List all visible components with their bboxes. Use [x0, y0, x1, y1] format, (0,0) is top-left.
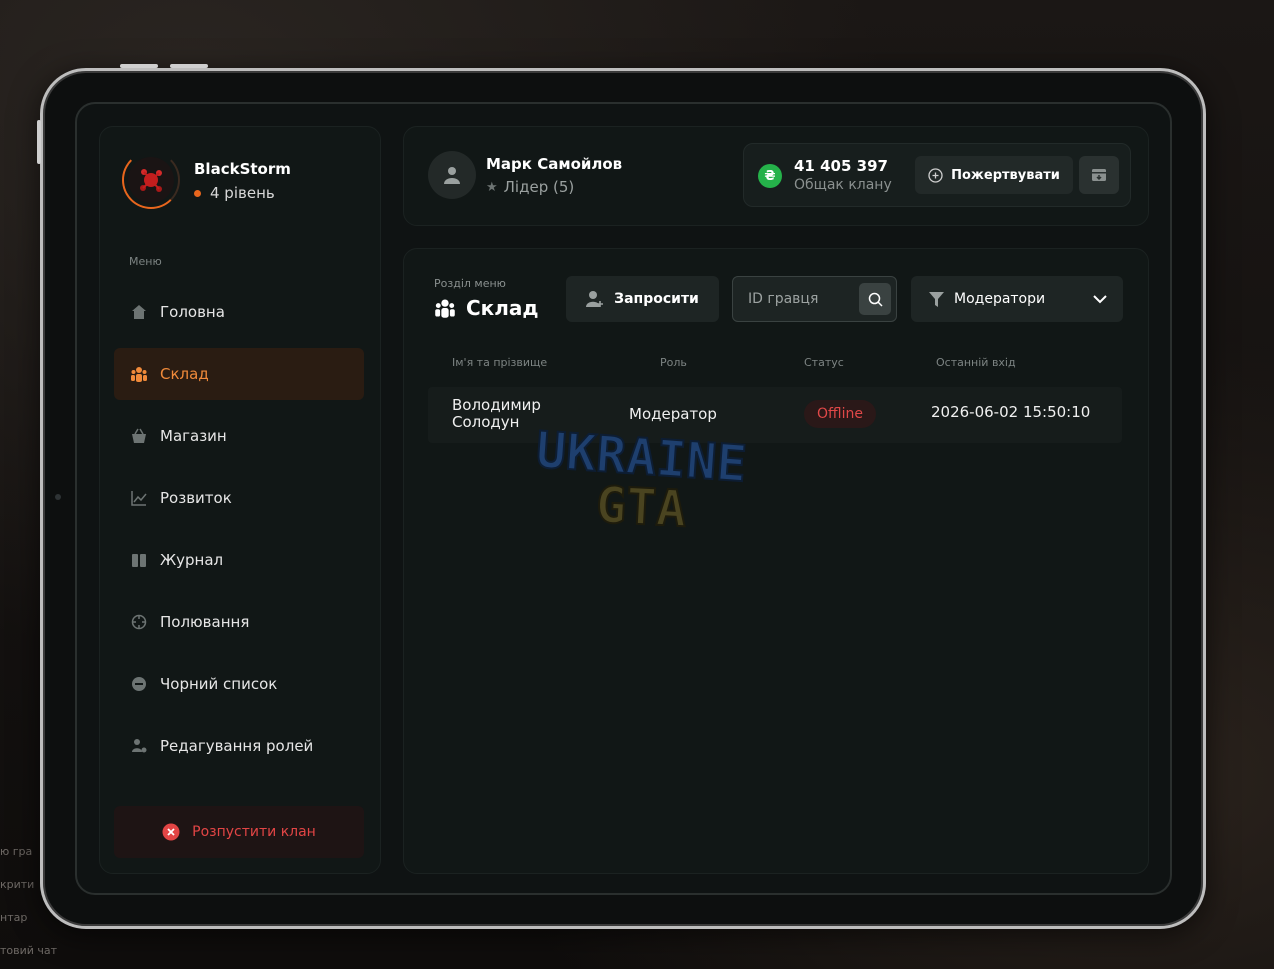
- member-first-name: Володимир: [452, 396, 541, 414]
- member-role: Модератор: [629, 405, 717, 423]
- page-title-text: Склад: [466, 296, 539, 320]
- book-icon: [130, 551, 148, 569]
- sidebar-item-blacklist[interactable]: Чорний список: [114, 658, 364, 710]
- search-icon: [868, 292, 883, 307]
- sidebar-item-development[interactable]: Розвиток: [114, 472, 364, 524]
- column-header-status: Статус: [804, 356, 844, 369]
- donate-label: Пожертвувати: [951, 167, 1060, 183]
- column-header-role: Роль: [660, 356, 687, 369]
- clan-treasury: ₴ 41 405 397 Общак клану Пожертвувати: [743, 143, 1131, 207]
- invite-label: Запросити: [614, 291, 699, 307]
- people-icon: [435, 299, 455, 318]
- hryvnia-coin-icon: ₴: [758, 164, 782, 188]
- treasury-amount: 41 405 397: [794, 157, 888, 175]
- status-badge: Offline: [804, 400, 876, 428]
- user-role: ★ Лідер (5): [486, 178, 574, 196]
- home-icon: [130, 303, 148, 321]
- sidebar: BlackStorm 4 рівень Меню Головна Склад М…: [99, 126, 381, 874]
- column-header-name: Ім'я та прізвище: [452, 356, 548, 369]
- tablet-hardware-button: [120, 64, 158, 68]
- disband-clan-label: Розпустити клан: [192, 824, 316, 840]
- tablet-hardware-button: [170, 64, 208, 68]
- invite-button[interactable]: Запросити: [566, 276, 719, 322]
- clan-avatar: [122, 151, 180, 209]
- page-title: Склад: [434, 296, 539, 320]
- background-hint-text: крити: [0, 878, 35, 891]
- archive-button[interactable]: [1079, 156, 1119, 194]
- sidebar-item-journal[interactable]: Журнал: [114, 534, 364, 586]
- sidebar-item-edit-roles[interactable]: Редагування ролей: [114, 720, 364, 772]
- basket-icon: [130, 427, 148, 445]
- tablet-hardware-button: [37, 120, 41, 164]
- player-search: [732, 276, 897, 322]
- crosshair-icon: [130, 613, 148, 631]
- user-role-label: Лідер (5): [503, 178, 575, 196]
- sidebar-item-label: Магазин: [160, 427, 227, 445]
- sidebar-item-warehouse[interactable]: Склад: [114, 348, 364, 400]
- clan-name: BlackStorm: [194, 160, 291, 178]
- donate-button[interactable]: Пожертвувати: [915, 156, 1073, 194]
- menu-title: Меню: [129, 255, 162, 268]
- plus-circle-icon: [928, 167, 943, 183]
- sidebar-item-label: Полювання: [160, 613, 250, 631]
- sidebar-item-label: Склад: [160, 365, 209, 383]
- filter-icon: [929, 291, 944, 307]
- sidebar-item-home[interactable]: Головна: [114, 286, 364, 338]
- role-filter-select[interactable]: Модератори: [911, 276, 1123, 322]
- clan-logo-icon: [140, 169, 162, 192]
- camera-dot: [55, 494, 61, 500]
- watermark-line2: GTA: [595, 476, 688, 539]
- chevron-down-icon: [1093, 294, 1107, 303]
- sidebar-item-label: Розвиток: [160, 489, 232, 507]
- background-hint-text: ю гра: [0, 845, 33, 858]
- user-gear-icon: [130, 737, 148, 755]
- user-icon: [444, 167, 460, 184]
- close-circle-icon: [162, 823, 180, 841]
- section-label: Розділ меню: [434, 277, 506, 290]
- user-name: Марк Самойлов: [486, 155, 623, 173]
- role-filter-value: Модератори: [954, 291, 1046, 307]
- star-icon: ★: [486, 179, 498, 195]
- column-header-last-login: Останній вхід: [936, 356, 1016, 369]
- people-icon: [130, 365, 148, 383]
- sidebar-item-hunting[interactable]: Полювання: [114, 596, 364, 648]
- block-icon: [130, 675, 148, 693]
- treasury-label: Общак клану: [794, 177, 892, 193]
- sidebar-item-label: Редагування ролей: [160, 737, 314, 755]
- disband-clan-button[interactable]: Розпустити клан: [114, 806, 364, 858]
- member-last-login: 2026-06-02 15:50:10: [931, 403, 1091, 421]
- sidebar-menu: Головна Склад Магазин Розвиток Журнал По…: [114, 286, 364, 782]
- main-panel: Розділ меню Склад Запросити Модератори І…: [403, 248, 1149, 874]
- sidebar-item-label: Журнал: [160, 551, 224, 569]
- header-panel: Марк Самойлов ★ Лідер (5) ₴ 41 405 397 О…: [403, 126, 1149, 226]
- chart-icon: [130, 489, 148, 507]
- sidebar-item-label: Чорний список: [160, 675, 278, 693]
- clan-level: 4 рівень: [194, 184, 275, 202]
- sidebar-item-label: Головна: [160, 303, 225, 321]
- level-dot-icon: [194, 189, 201, 197]
- ukraine-gta-watermark: UKRAINE GTA: [533, 422, 749, 539]
- archive-icon: [1092, 169, 1106, 181]
- sidebar-item-shop[interactable]: Магазин: [114, 410, 364, 462]
- background-hint-text: нтар: [0, 911, 28, 924]
- clan-level-label: 4 рівень: [210, 184, 275, 202]
- user-add-icon: [586, 291, 604, 307]
- user-avatar: [428, 151, 476, 199]
- player-id-input[interactable]: [733, 277, 858, 321]
- background-hint-text: товий чат: [0, 944, 58, 957]
- search-button[interactable]: [859, 283, 891, 315]
